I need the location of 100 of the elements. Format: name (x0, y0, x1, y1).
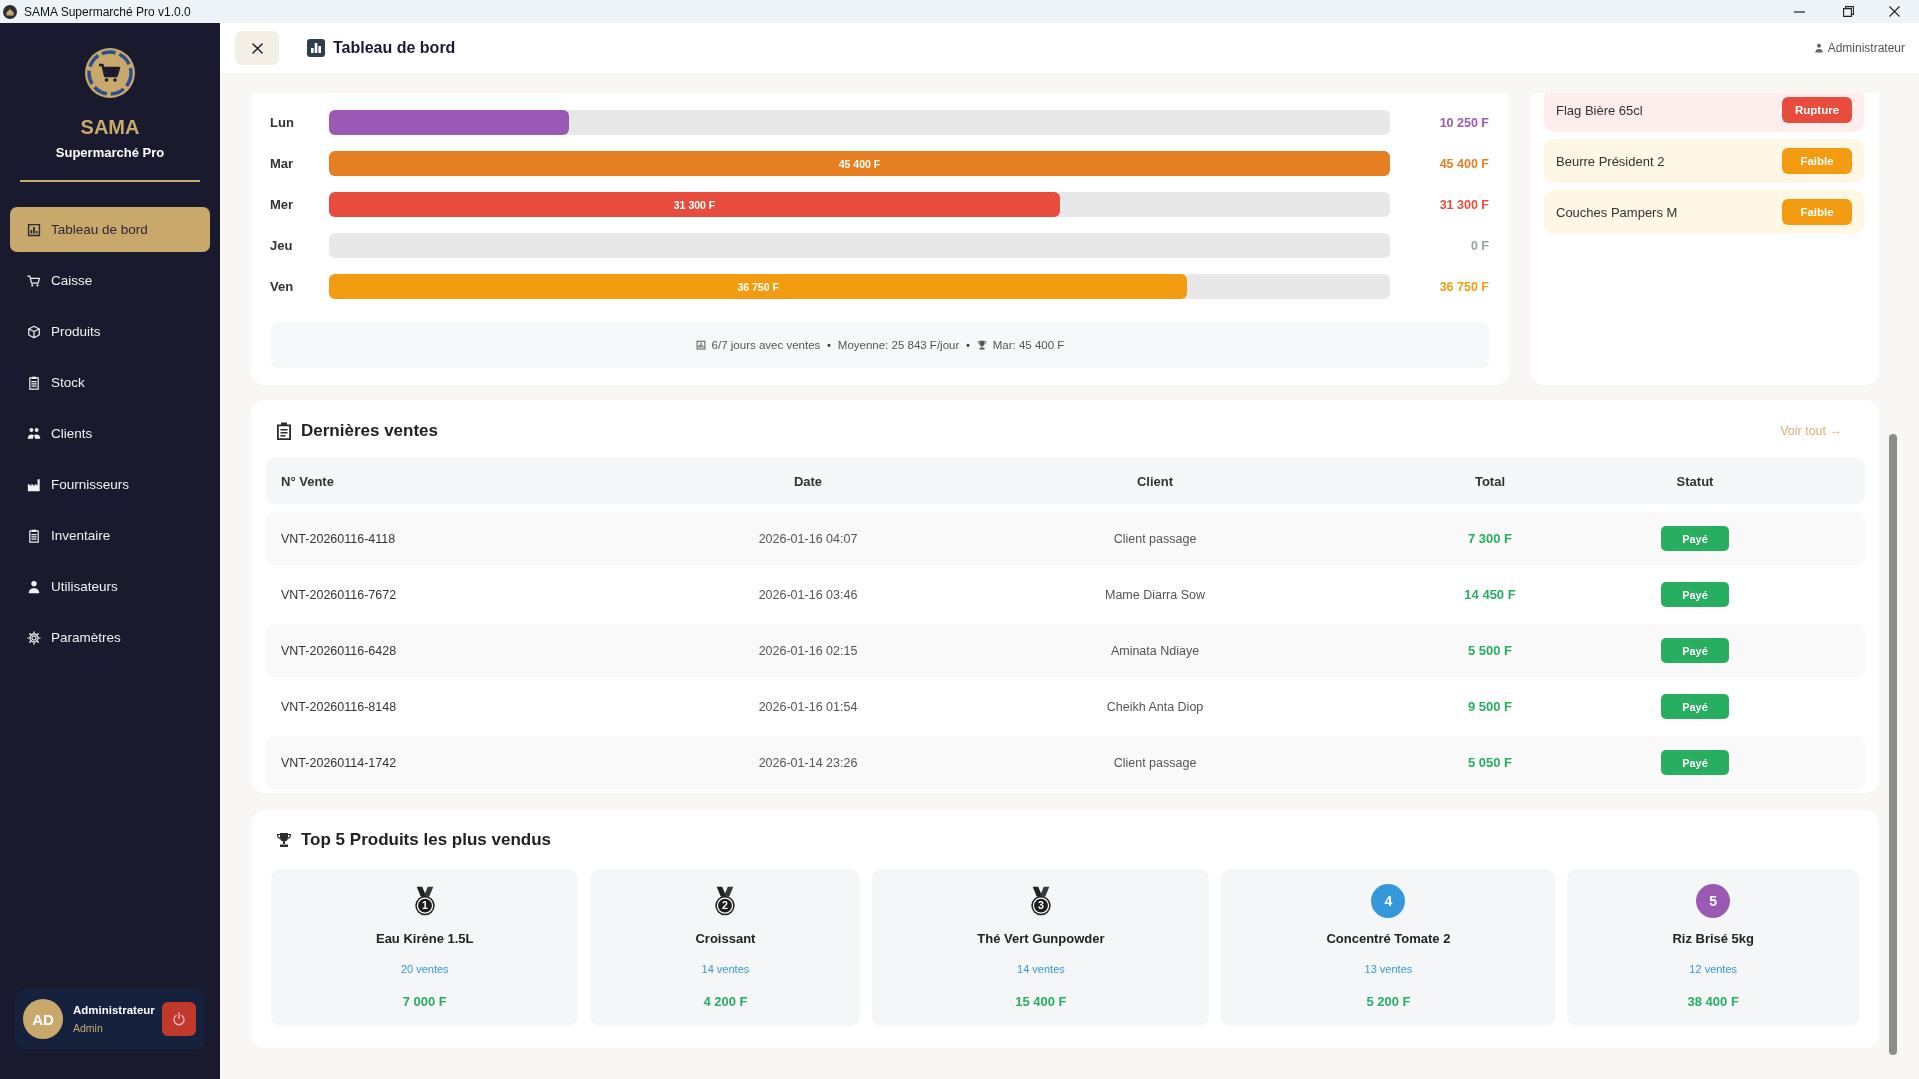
cart-icon (27, 273, 41, 288)
close-icon (251, 42, 263, 54)
day-total: 0 F (1469, 238, 1489, 253)
nav-item[interactable]: Caisse (10, 258, 210, 303)
column-header: Statut (1675, 473, 1715, 489)
user-name: Administrateur (73, 1004, 155, 1016)
table-cell-text: Cheikh Anta Diop (1105, 699, 1205, 714)
page-title: Tableau de bord (333, 39, 456, 57)
table-cell-text: 2026-01-16 04:07 (757, 531, 859, 546)
window-title: SAMA Supermarché Pro v1.0.0 (24, 4, 191, 19)
product-name: Couches Pampers M (1556, 204, 1678, 220)
day-total: 31 300 F (1438, 197, 1489, 212)
section-title: Dernières ventes (301, 421, 439, 441)
minimize-icon[interactable] (1794, 10, 1805, 13)
table-cell-text: 5 500 F (1466, 643, 1514, 658)
power-icon (172, 1012, 186, 1026)
sales-count: 14 ventes (1017, 962, 1065, 976)
rank-badge: 4 (1371, 884, 1406, 918)
table-cell-text: 7 300 F (1466, 531, 1514, 546)
trophy-icon (976, 340, 987, 350)
status-badge: Payé (1661, 750, 1729, 775)
sales-amount: 5 200 F (1366, 994, 1411, 1009)
summary-text: Moyenne: 25 843 F/jour (837, 339, 960, 351)
nav-item[interactable]: Fournisseurs (10, 462, 210, 507)
restore-icon[interactable] (1843, 6, 1854, 17)
day-label: Lun (270, 115, 295, 130)
summary-text: Mar: 45 400 F (992, 339, 1065, 351)
bar-chart-icon (27, 222, 41, 237)
box-icon (27, 324, 41, 339)
brand-subtitle: Supermarché Pro (54, 145, 166, 161)
table-cell-text: Client passage (1112, 531, 1198, 546)
brand-name: SAMA (79, 115, 141, 139)
user-icon (27, 579, 41, 594)
table-cell-text: 2026-01-14 23:26 (757, 755, 859, 770)
close-icon[interactable] (1889, 6, 1900, 17)
table-cell-text: 2026-01-16 02:15 (757, 643, 859, 658)
nav-item[interactable]: Paramètres (10, 615, 210, 660)
nav-item[interactable]: Utilisateurs (10, 564, 210, 609)
day-total: 36 750 F (1438, 279, 1489, 294)
current-user-name: Administrateur (1827, 41, 1905, 55)
clipboard-icon (276, 422, 292, 440)
logout-button[interactable] (162, 1002, 196, 1036)
table-cell-text: Aminata Ndiaye (1109, 643, 1201, 658)
bullet-separator: • (826, 339, 832, 351)
avatar-initials: AD (23, 999, 63, 1039)
product-name: Beurre Président 2 (1556, 153, 1665, 169)
table-cell-text: VNT-20260114-1742 (280, 755, 398, 770)
sales-amount: 4 200 F (703, 994, 748, 1009)
bar-chart-icon (307, 39, 325, 57)
day-label: Jeu (270, 238, 294, 253)
bullet-separator: • (965, 339, 971, 351)
sales-count: 12 ventes (1689, 962, 1738, 976)
cart-logo-icon (84, 47, 136, 99)
sales-count: 14 ventes (701, 962, 750, 976)
nav-item[interactable]: Inventaire (10, 513, 210, 558)
table-cell-text: 2026-01-16 03:46 (757, 587, 859, 602)
clipboard-icon (27, 528, 41, 543)
product-name: Riz Brisé 5kg (1672, 931, 1755, 946)
sales-amount: 38 400 F (1687, 994, 1739, 1009)
user-icon (1813, 43, 1824, 53)
stock-status-badge: Faible (1782, 199, 1852, 225)
scrollbar-thumb[interactable] (1889, 434, 1897, 1055)
status-badge: Payé (1661, 526, 1729, 551)
column-header: N° Vente (280, 473, 335, 489)
table-cell-text: VNT-20260116-4118 (280, 531, 397, 546)
stock-status-badge: Faible (1782, 148, 1852, 174)
summary-text: 6/7 jours avec ventes (711, 339, 821, 351)
column-header: Date (792, 473, 824, 489)
bar-value-label: 45 400 F (838, 157, 881, 170)
stock-status-badge: Rupture (1782, 97, 1852, 123)
table-cell-text: Mame Diarra Sow (1104, 587, 1206, 602)
settings-icon (27, 630, 41, 645)
day-label: Ven (270, 279, 295, 294)
people-icon (27, 426, 41, 441)
product-name: Concentré Tomate 2 (1326, 931, 1451, 946)
status-badge: Payé (1661, 638, 1729, 663)
nav-item[interactable]: Clients (10, 411, 210, 456)
nav-item[interactable]: Produits (10, 309, 210, 354)
day-label: Mar (270, 156, 295, 171)
clipboard-icon (27, 375, 41, 390)
sales-count: 13 ventes (1364, 962, 1413, 976)
sales-amount: 15 400 F (1015, 994, 1067, 1009)
status-badge: Payé (1661, 582, 1729, 607)
app-icon (3, 4, 17, 19)
table-cell-text: 2026-01-16 01:54 (757, 699, 859, 714)
trophy-icon (276, 831, 292, 849)
table-cell-text: Client passage (1112, 755, 1198, 770)
nav-item[interactable]: Tableau de bord (10, 207, 210, 252)
table-cell-text: 14 450 F (1463, 587, 1517, 602)
day-total: 10 250 F (1438, 115, 1489, 130)
rank-badge: 5 (1696, 884, 1731, 918)
table-cell-text: VNT-20260116-8148 (280, 699, 398, 714)
nav-item[interactable]: Stock (10, 360, 210, 405)
day-label: Mer (270, 197, 295, 212)
close-button[interactable] (235, 31, 279, 65)
status-badge: Payé (1661, 694, 1729, 719)
product-name: Thé Vert Gunpowder (977, 931, 1105, 946)
product-name: Eau Kirène 1.5L (375, 931, 474, 946)
sales-amount: 7 000 F (402, 994, 447, 1009)
column-header: Client (1135, 473, 1175, 489)
